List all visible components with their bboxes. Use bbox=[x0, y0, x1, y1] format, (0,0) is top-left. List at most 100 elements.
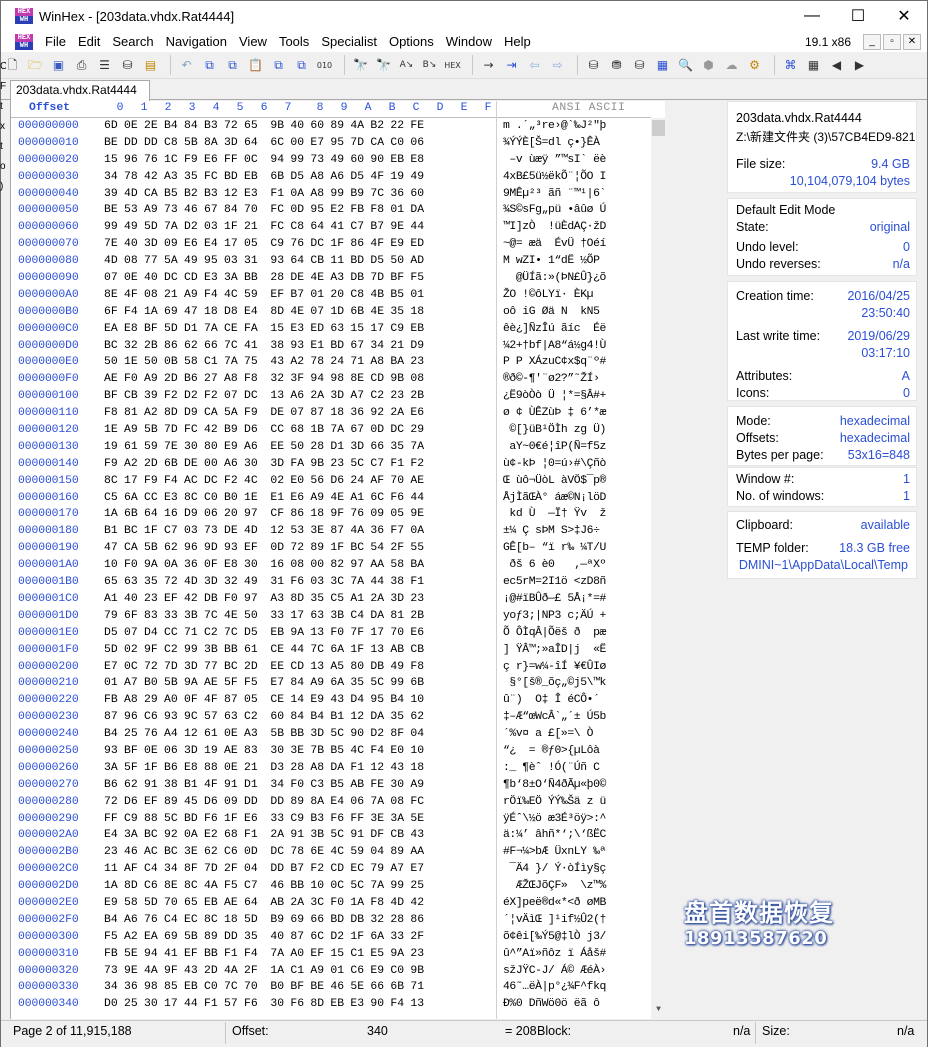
tab-document[interactable]: 203data.vhdx.Rat4444 bbox=[10, 80, 150, 101]
row-offset[interactable]: 0000001F0 bbox=[18, 644, 79, 656]
row-ansi[interactable]: yoƒ3;|NP3 c;ÄÚ + bbox=[503, 610, 606, 622]
properties-icon[interactable]: ☰ bbox=[95, 56, 114, 75]
status-byte-value[interactable]: = 208 bbox=[505, 1024, 537, 1038]
hex-editor-pane[interactable]: Offset 0 1 2 3 4 5 6 7 8 9 A B C D E F ANSI ASCII 00000… bbox=[10, 101, 665, 1019]
row-ansi[interactable]: ÿÉˆ\½ö æ3É³öÿ>:^ bbox=[503, 813, 606, 825]
hex-row[interactable]: 0000000E0 50 1E 50 0B 58 C1 7A 75 43 A2 7… bbox=[11, 356, 651, 373]
row-bytes[interactable]: 7E 40 3D 09 E6 E4 17 05 C9 76 DC 1F 86 4… bbox=[104, 238, 424, 250]
hex-row[interactable]: 000000280 72 D6 EF 89 45 D6 09 DD DD 89 8… bbox=[11, 796, 651, 813]
goto-sector-icon[interactable]: ⇥ bbox=[502, 56, 521, 75]
hex-row[interactable]: 0000002C0 11 AF C4 34 8F 7D 2F 04 DD B7 F… bbox=[11, 863, 651, 880]
maximize-button[interactable]: ☐ bbox=[835, 1, 881, 31]
menu-navigation[interactable]: Navigation bbox=[160, 34, 233, 49]
row-ansi[interactable]: §°[š®_õç„©j5\™k bbox=[503, 677, 606, 689]
nav-right-icon[interactable]: ▶ bbox=[850, 56, 869, 75]
row-bytes[interactable]: 07 0E 40 DC CD E3 3A BB 28 DE 4E A3 DB 7… bbox=[104, 272, 424, 284]
row-bytes[interactable]: 1A 8D C6 8E 8C 4A F5 C7 46 BB 10 0C 5C 7… bbox=[104, 880, 424, 892]
open-disk-icon[interactable]: ⛁ bbox=[118, 56, 137, 75]
hex-row[interactable]: 000000300 F5 A2 EA 69 5B 89 DD 35 40 87 6… bbox=[11, 931, 651, 948]
row-ansi[interactable]: sžJŸC-J/ Á© ÆéÀ› bbox=[503, 965, 606, 977]
menu-tools[interactable]: Tools bbox=[273, 34, 315, 49]
row-offset[interactable]: 000000010 bbox=[18, 137, 79, 149]
row-offset[interactable]: 0000002F0 bbox=[18, 914, 79, 926]
row-ansi[interactable]: û¨) O‡ Î éCÔ•´ bbox=[503, 694, 606, 706]
row-bytes[interactable]: F9 A2 2D 6B DE 00 A6 30 3D FA 9B 23 5C C… bbox=[104, 458, 424, 470]
row-ansi[interactable]: ´¦vÄìŒ ]¹if½Û2(† bbox=[503, 914, 606, 926]
row-offset[interactable]: 0000000A0 bbox=[18, 289, 79, 301]
hex-row[interactable]: 0000002D0 1A 8D C6 8E 8C 4A F5 C7 46 BB 1… bbox=[11, 880, 651, 897]
row-bytes[interactable]: 15 96 76 1C F9 E6 FF 0C 94 99 73 49 60 9… bbox=[104, 154, 424, 166]
row-offset[interactable]: 0000001C0 bbox=[18, 593, 79, 605]
row-offset[interactable]: 000000070 bbox=[18, 238, 79, 250]
row-offset[interactable]: 000000280 bbox=[18, 796, 79, 808]
row-bytes[interactable]: B1 BC 1F C7 03 73 DE 4D 12 53 3E 87 4A 3… bbox=[104, 525, 424, 537]
row-bytes[interactable]: 47 CA 5B 62 96 9D 93 EF 0D 72 89 1F BC 5… bbox=[104, 542, 424, 554]
row-bytes[interactable]: F5 A2 EA 69 5B 89 DD 35 40 87 6C D2 1F 6… bbox=[104, 931, 424, 943]
row-bytes[interactable]: 39 4D CA B5 B2 B3 12 E3 F1 0A A8 99 B9 7… bbox=[104, 188, 424, 200]
row-ansi[interactable]: ù¢-kÞ ¦0=ú›#\Çñò bbox=[503, 458, 606, 470]
row-offset[interactable]: 000000190 bbox=[18, 542, 79, 554]
ram-editor-icon[interactable]: ⛃ bbox=[607, 56, 626, 75]
hex-row[interactable]: 000000090 07 0E 40 DC CD E3 3A BB 28 DE 4… bbox=[11, 272, 651, 289]
row-bytes[interactable]: 65 63 35 72 4D 3D 32 49 31 F6 03 3C 7A 4… bbox=[104, 576, 424, 588]
hex-row[interactable]: 000000260 3A 5F 1F B6 E8 88 0E 21 D3 28 A… bbox=[11, 762, 651, 779]
save-icon[interactable]: ▣ bbox=[49, 56, 68, 75]
hex-row[interactable]: 0000001E0 D5 07 D4 CC 71 C2 7C D5 EB 9A 1… bbox=[11, 627, 651, 644]
hex-row[interactable]: 000000310 FB 5E 94 41 EF BB F1 F4 7A A0 E… bbox=[11, 948, 651, 965]
row-bytes[interactable]: 72 D6 EF 89 45 D6 09 DD DD 89 8A E4 06 7… bbox=[104, 796, 424, 808]
hex-row[interactable]: 000000290 FF C9 88 5C BD F6 1F E6 33 C9 B… bbox=[11, 813, 651, 830]
state-value[interactable]: original bbox=[870, 220, 910, 234]
row-offset[interactable]: 0000000F0 bbox=[18, 373, 79, 385]
row-bytes[interactable]: D0 25 30 17 44 F1 57 F6 30 F6 8D EB E3 9… bbox=[104, 998, 424, 1010]
row-bytes[interactable]: 1A 6B 64 16 D9 06 20 97 CF 86 18 9F 76 0… bbox=[104, 508, 424, 520]
row-ansi[interactable]: 9MÊµ²³ ãñ ¨™¹|6` bbox=[503, 188, 606, 200]
scroll-down-icon[interactable]: ▼ bbox=[652, 1005, 665, 1017]
menu-edit[interactable]: Edit bbox=[72, 34, 106, 49]
row-bytes[interactable]: D5 07 D4 CC 71 C2 7C D5 EB 9A 13 F0 7F 1… bbox=[104, 627, 424, 639]
hex-row[interactable]: 000000220 FB A8 29 A0 0F 4F 87 05 CE 14 E… bbox=[11, 694, 651, 711]
goto-offset-icon[interactable]: → bbox=[479, 56, 498, 75]
hex-row[interactable]: 000000330 34 36 98 85 EB C0 7C 70 B0 BF B… bbox=[11, 981, 651, 998]
row-offset[interactable]: 000000230 bbox=[18, 711, 79, 723]
hex-row[interactable]: 000000070 7E 40 3D 09 E6 E4 17 05 C9 76 D… bbox=[11, 238, 651, 255]
row-ansi[interactable]: Õ ÔÌqÂ|Õëš ð pæ bbox=[503, 627, 606, 639]
hex-row[interactable]: 000000140 F9 A2 2D 6B DE 00 A6 30 3D FA 9… bbox=[11, 458, 651, 475]
bytes-per-page-value[interactable]: 53x16=848 bbox=[848, 448, 910, 462]
temp-folder-path[interactable]: DMINI~1\AppData\Local\Temp bbox=[739, 558, 908, 572]
row-offset[interactable]: 000000320 bbox=[18, 965, 79, 977]
hex-row[interactable]: 000000110 F8 81 A2 8D D9 CA 5A F9 DE 07 8… bbox=[11, 407, 651, 424]
image-icon[interactable]: ▤ bbox=[141, 56, 160, 75]
hex-row[interactable]: 000000130 19 61 59 7E 30 80 E9 A6 EE 50 2… bbox=[11, 441, 651, 458]
row-offset[interactable]: 0000000B0 bbox=[18, 306, 79, 318]
hex-row[interactable]: 000000250 93 BF 0E 06 3D 19 AE 83 30 3E 7… bbox=[11, 745, 651, 762]
row-offset[interactable]: 000000030 bbox=[18, 171, 79, 183]
row-ansi[interactable]: kd Ù —Ï† Ÿv ž bbox=[503, 508, 606, 520]
row-ansi[interactable]: éX]peë®d«*<ð øMB bbox=[503, 897, 606, 909]
menu-specialist[interactable]: Specialist bbox=[315, 34, 383, 49]
hex-row[interactable]: 0000001F0 5D 02 9F C2 99 3B BB 61 CE 44 7… bbox=[11, 644, 651, 661]
row-bytes[interactable]: 4D 08 77 5A 49 95 03 31 93 64 CB 11 BD D… bbox=[104, 255, 424, 267]
row-bytes[interactable]: E7 0C 72 7D 3D 77 BC 2D EE CD 13 A5 80 D… bbox=[104, 661, 424, 673]
hex-row[interactable]: 000000210 01 A7 B0 5B 9A AE 5F F5 E7 84 A… bbox=[11, 677, 651, 694]
row-ansi[interactable]: oô iG Øä N kN5 bbox=[503, 306, 606, 318]
hex-row[interactable]: 000000080 4D 08 77 5A 49 95 03 31 93 64 C… bbox=[11, 255, 651, 272]
row-ansi[interactable]: ÆŽŒJõÇF» \z™% bbox=[503, 880, 607, 892]
row-ansi[interactable]: ¾ÝÝÈ[Š=dl ç•}ÊÀ bbox=[503, 137, 606, 149]
hex-row[interactable]: 0000002F0 B4 A6 76 C4 EC 8C 18 5D B9 69 6… bbox=[11, 914, 651, 931]
row-bytes[interactable]: FB 5E 94 41 EF BB F1 F4 7A A0 EF 15 C1 E… bbox=[104, 948, 424, 960]
row-offset[interactable]: 000000090 bbox=[18, 272, 79, 284]
row-ansi[interactable]: ©[}üB¹ÖÌh zg Ü) bbox=[503, 424, 606, 436]
row-bytes[interactable]: BC 32 2B 86 62 66 7C 41 38 93 E1 BD 67 3… bbox=[104, 340, 424, 352]
row-bytes[interactable]: 6F F4 1A 69 47 18 D8 E4 8D 4E 07 1D 6B 4… bbox=[104, 306, 424, 318]
row-bytes[interactable]: 3A 5F 1F B6 E8 88 0E 21 D3 28 A8 DA F1 1… bbox=[104, 762, 424, 774]
row-offset[interactable]: 000000040 bbox=[18, 188, 79, 200]
row-bytes[interactable]: A1 40 23 EF 42 DB F0 97 A3 8D 35 C5 A1 2… bbox=[104, 593, 424, 605]
row-offset[interactable]: 000000210 bbox=[18, 677, 79, 689]
row-offset[interactable]: 000000300 bbox=[18, 931, 79, 943]
row-offset[interactable]: 000000180 bbox=[18, 525, 79, 537]
hex-row[interactable]: 0000002A0 E4 3A BC 92 0A E2 68 F1 2A 91 3… bbox=[11, 829, 651, 846]
hex-row[interactable]: 000000100 BF CB 39 F2 D2 F2 07 DC 13 A6 2… bbox=[11, 390, 651, 407]
hex-row[interactable]: 0000000A0 8E 4F 08 21 A9 F4 4C 59 EF B7 0… bbox=[11, 289, 651, 306]
hex-row[interactable]: 0000002E0 E9 58 5D 70 65 EB AE 64 AB 2A 3… bbox=[11, 897, 651, 914]
row-offset[interactable]: 000000080 bbox=[18, 255, 79, 267]
